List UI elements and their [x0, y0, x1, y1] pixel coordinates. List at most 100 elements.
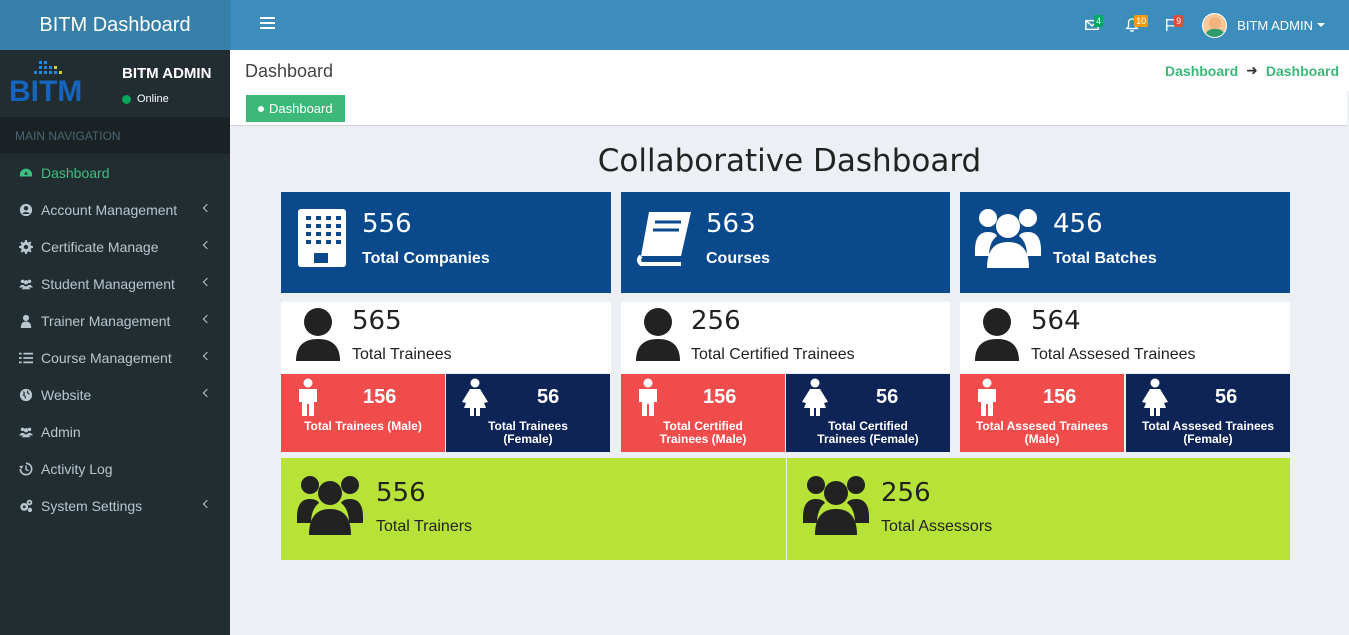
users-icon — [975, 209, 1041, 268]
card-label: Total Batches — [1053, 250, 1157, 267]
user-circle-icon — [18, 203, 34, 217]
dashboard-icon — [18, 166, 34, 180]
sub-value: 56 — [1215, 386, 1238, 408]
certified-female-box[interactable]: 56 Total Certified Trainees (Female) — [786, 374, 950, 452]
sub-label: Total Certified Trainees (Male) — [659, 419, 747, 446]
sidebar-item-label: Certificate Manage — [41, 238, 159, 255]
card-label: Total Trainers — [376, 518, 473, 535]
total-batches-card[interactable]: 456 Total Batches — [960, 192, 1290, 293]
total-certified-trainees-card[interactable]: 256 Total Certified Trainees — [621, 302, 950, 373]
notifications-button[interactable]: 10 — [1112, 0, 1152, 50]
sub-value: 156 — [1043, 386, 1077, 408]
tab-dot-icon — [258, 105, 264, 112]
status-dot-icon — [122, 94, 131, 104]
dashboard-title: Collaborative Dashboard — [597, 143, 982, 179]
tasks-button[interactable]: 9 — [1152, 0, 1192, 50]
sub-label: Total Certified Trainees (Female) — [817, 419, 919, 446]
top-navbar: 4 10 9 BITM ADMIN — [230, 0, 1349, 50]
assesed-female-box[interactable]: 56 Total Assesed Trainees (Female) — [1126, 374, 1290, 452]
sidebar-item-activity-log[interactable]: Activity Log — [0, 450, 230, 487]
sidebar-item-system-settings[interactable]: System Settings — [0, 487, 230, 524]
user-icon — [975, 308, 1019, 361]
sidebar-item-label: Course Management — [41, 349, 172, 366]
card-value: 256 — [881, 478, 931, 508]
globe-icon — [18, 388, 34, 402]
avatar — [1202, 12, 1228, 38]
sidebar-item-label: Activity Log — [41, 460, 113, 477]
tab-dashboard[interactable]: Dashboard — [246, 95, 345, 122]
user-panel: BITM BITM ADMIN Online — [0, 50, 230, 117]
sidebar: BITM BITM ADMIN Online MAIN NAVIGATION D… — [0, 50, 230, 635]
cogs-icon — [18, 499, 34, 513]
chevron-left-icon — [202, 203, 212, 213]
sub-label: Total Trainees (Female) — [488, 419, 568, 446]
sidebar-user-name: BITM ADMIN — [122, 65, 212, 82]
total-trainees-card[interactable]: 565 Total Trainees — [281, 302, 611, 373]
sidebar-item-label: System Settings — [41, 497, 143, 514]
tasks-badge: 9 — [1174, 15, 1184, 27]
logo-wordmark: BITM — [9, 75, 82, 108]
chevron-left-icon — [202, 351, 212, 361]
user-icon — [296, 308, 340, 361]
sidebar-toggle-icon[interactable] — [260, 17, 275, 31]
user-icon — [18, 314, 34, 328]
sidebar-item-label: Admin — [41, 423, 81, 440]
sub-label: Total Assesed Trainees (Female) — [1141, 419, 1275, 446]
sidebar-item-website[interactable]: Website — [0, 376, 230, 413]
user-menu[interactable]: BITM ADMIN — [1202, 12, 1325, 38]
sidebar-item-label: Trainer Management — [41, 312, 171, 329]
total-companies-card[interactable]: 556 Total Companies — [281, 192, 611, 293]
card-value: 556 — [362, 209, 412, 239]
gear-icon — [18, 239, 34, 254]
sub-value: 56 — [876, 386, 899, 408]
users-icon — [803, 476, 869, 535]
male-icon — [639, 378, 657, 416]
card-value: 256 — [691, 306, 741, 336]
sidebar-item-student-management[interactable]: Student Management — [0, 265, 230, 302]
total-trainers-card[interactable]: 556 Total Trainers — [281, 458, 786, 560]
arrow-right-icon: ➜ — [1246, 62, 1258, 78]
tab-bar: Dashboard — [230, 91, 1347, 126]
assesed-male-box[interactable]: 156 Total Assesed Trainees (Male) — [960, 374, 1124, 452]
card-label: Courses — [706, 250, 771, 267]
brand-title[interactable]: BITM Dashboard — [0, 0, 230, 50]
breadcrumb-current[interactable]: Dashboard — [1266, 63, 1339, 79]
nav-header: MAIN NAVIGATION — [0, 117, 230, 154]
card-value: 456 — [1053, 209, 1103, 239]
card-label: Total Assessors — [881, 518, 993, 535]
sidebar-item-trainer-management[interactable]: Trainer Management — [0, 302, 230, 339]
sub-value: 156 — [703, 386, 737, 408]
chevron-left-icon — [202, 314, 212, 324]
card-value: 565 — [352, 306, 402, 336]
trainees-female-box[interactable]: 56 Total Trainees (Female) — [446, 374, 610, 452]
trainees-male-box[interactable]: 156 Total Trainees (Male) — [281, 374, 445, 452]
sidebar-item-label: Dashboard — [41, 164, 110, 181]
breadcrumb-link[interactable]: Dashboard — [1165, 63, 1238, 79]
female-icon — [462, 378, 488, 416]
sidebar-item-label: Student Management — [41, 275, 175, 292]
courses-card[interactable]: 563 Courses — [621, 192, 950, 293]
messages-button[interactable]: 4 — [1072, 0, 1112, 50]
sidebar-item-dashboard[interactable]: Dashboard — [0, 154, 230, 191]
chevron-left-icon — [202, 499, 212, 509]
caret-down-icon — [1317, 23, 1325, 27]
online-status: Online — [122, 93, 169, 105]
female-icon — [802, 378, 828, 416]
sidebar-item-account-management[interactable]: Account Management — [0, 191, 230, 228]
content-header: Dashboard Dashboard ➜ Dashboard — [230, 50, 1349, 91]
card-value: 563 — [706, 209, 756, 239]
certified-male-box[interactable]: 156 Total Certified Trainees (Male) — [621, 374, 785, 452]
total-assesed-trainees-card[interactable]: 564 Total Assesed Trainees — [960, 302, 1290, 373]
male-icon — [299, 378, 317, 416]
card-label: Total Companies — [362, 250, 490, 267]
sidebar-item-certificate-manage[interactable]: Certificate Manage — [0, 228, 230, 265]
total-assessors-card[interactable]: 256 Total Assessors — [787, 458, 1290, 560]
sub-value: 156 — [363, 386, 397, 408]
sidebar-item-label: Website — [41, 386, 92, 403]
user-icon — [636, 308, 680, 361]
card-label: Total Trainees — [352, 346, 452, 363]
sidebar-item-course-management[interactable]: Course Management — [0, 339, 230, 376]
card-value: 556 — [376, 478, 426, 508]
sidebar-item-admin[interactable]: Admin — [0, 413, 230, 450]
card-label: Total Certified Trainees — [691, 346, 855, 363]
